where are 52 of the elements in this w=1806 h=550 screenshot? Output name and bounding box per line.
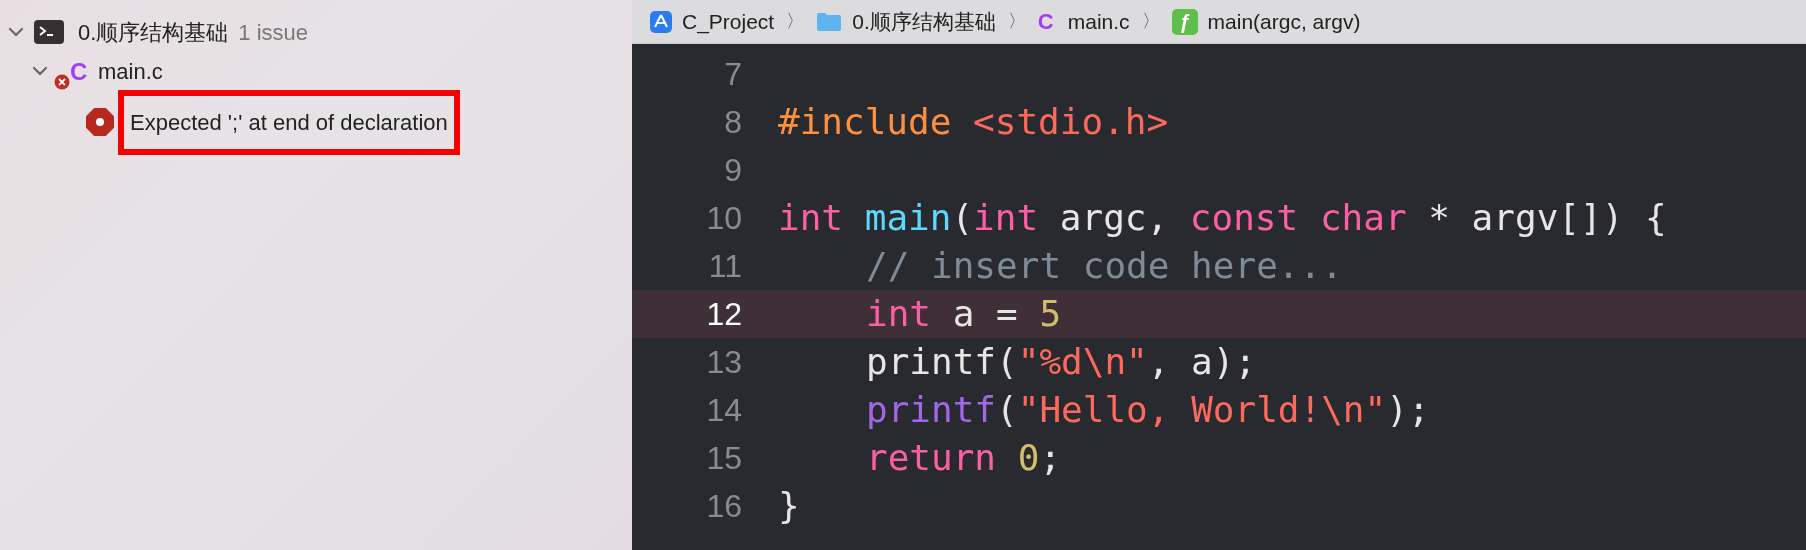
code-token: const char [1189,196,1407,240]
code-token: #include [778,100,952,144]
breadcrumb-separator: 〉 [1007,10,1026,33]
breadcrumb-item[interactable]: main.c [1067,5,1130,38]
code-token: ( [996,388,1018,432]
breadcrumb-item[interactable]: main(argc, argv) [1207,5,1361,38]
breadcrumb-item[interactable]: C_Project [682,5,775,38]
folder-icon [816,11,843,32]
breadcrumb-separator: 〉 [786,10,805,33]
line-number: 9 [723,151,742,190]
line-number: 12 [705,295,742,334]
line-number: 11 [707,247,742,286]
breadcrumb-item[interactable]: 0.顺序结构基础 [852,5,996,38]
file-name[interactable]: main.c [98,54,163,88]
issue-message[interactable]: Expected ';' at end of declaration [118,89,460,155]
code-token: printf [866,388,997,432]
code-token: <stdio.h> [972,100,1169,144]
code-token: } [778,484,800,528]
code-token: return [866,436,997,480]
c-file-icon: C [70,54,88,90]
line-number: 8 [723,103,742,142]
code-token: * argv[]) { [1427,196,1667,240]
code-token: "Hello, World!\n" [1017,388,1387,432]
code-token: // insert code here... [866,244,1343,288]
issue-count: 1 issue [238,18,309,47]
code-token: printf( [866,340,1018,384]
line-number: 7 [723,55,742,94]
app-store-icon [650,10,672,33]
error-stop-icon [86,108,114,136]
group-name[interactable]: 0.顺序结构基础 [78,15,229,49]
function-icon: ƒ [1171,8,1198,35]
code-token: "%d\n" [1017,340,1148,384]
code-token: int [866,292,932,336]
code-token: 5 [1039,292,1062,336]
line-number: 10 [705,199,742,238]
code-token: int [778,196,844,240]
c-file-icon: C [1037,5,1058,38]
code-token: ( [951,196,974,240]
line-number: 13 [705,343,742,382]
line-number: 15 [705,439,742,478]
code-token: , a); [1147,340,1257,384]
code-token: ); [1386,388,1430,432]
line-number: 16 [705,487,742,526]
code-token: argc, [1058,196,1170,240]
code-token: 0 [1016,436,1040,480]
line-number: 14 [705,391,742,430]
terminal-icon [34,20,64,44]
breadcrumb-separator: 〉 [1141,10,1160,33]
code-token: main [863,196,952,240]
code-token: ; [1039,436,1062,480]
code-token: a = [951,292,1019,336]
code-token: int [973,196,1039,240]
